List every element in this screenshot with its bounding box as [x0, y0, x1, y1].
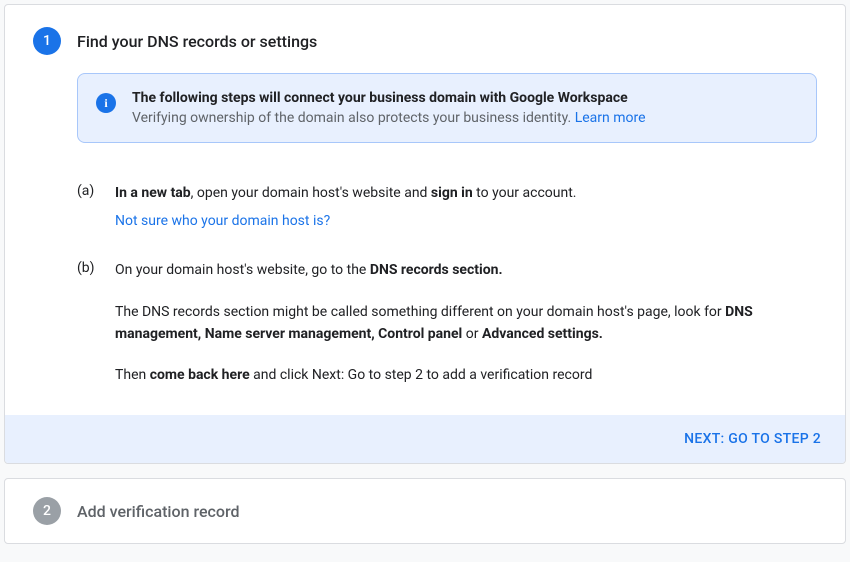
substep-a-bold2: sign in	[431, 185, 473, 201]
substep-b-label: (b)	[77, 260, 97, 387]
next-step-button[interactable]: NEXT: GO TO STEP 2	[684, 431, 821, 447]
step1-footer: NEXT: GO TO STEP 2	[5, 415, 845, 463]
info-icon: i	[96, 93, 116, 113]
step1-card: 1 Find your DNS records or settings i Th…	[4, 4, 846, 464]
substep-b-line3-text2: and click Next: Go to step 2 to add a ve…	[250, 367, 593, 383]
substep-b-line2-text2: or	[462, 326, 482, 342]
substep-b: (b) On your domain host's website, go to…	[77, 260, 817, 387]
substep-b-line1-bold: DNS records section.	[370, 262, 503, 278]
step1-title: Find your DNS records or settings	[77, 32, 317, 51]
info-box: i The following steps will connect your …	[77, 73, 817, 143]
substep-b-line3-text1: Then	[115, 367, 150, 383]
substep-b-line2-bold2: Advanced settings.	[482, 326, 603, 342]
info-text-span: Verifying ownership of the domain also p…	[132, 110, 575, 126]
substep-b-content: On your domain host's website, go to the…	[115, 260, 817, 387]
substep-a-bold1: In a new tab	[115, 185, 191, 201]
substep-a: (a) In a new tab, open your domain host'…	[77, 183, 817, 232]
substep-a-content: In a new tab, open your domain host's we…	[115, 183, 577, 232]
step2-card[interactable]: 2 Add verification record	[4, 478, 846, 544]
learn-more-link[interactable]: Learn more	[575, 110, 646, 126]
step2-header: 2 Add verification record	[5, 479, 845, 543]
substep-a-text1: , open your domain host's website and	[191, 185, 431, 201]
step2-number-badge: 2	[33, 497, 61, 525]
step2-title: Add verification record	[77, 502, 239, 521]
substep-a-label: (a)	[77, 183, 97, 232]
step1-body: i The following steps will connect your …	[5, 73, 845, 387]
info-content: The following steps will connect your bu…	[132, 90, 646, 126]
step1-number-badge: 1	[33, 27, 61, 55]
domain-host-help-link[interactable]: Not sure who your domain host is?	[115, 211, 330, 233]
substep-b-line2-text1: The DNS records section might be called …	[115, 304, 725, 320]
info-subtext: Verifying ownership of the domain also p…	[132, 110, 646, 126]
step1-header: 1 Find your DNS records or settings	[5, 5, 845, 73]
substep-b-line3-bold: come back here	[150, 367, 250, 383]
substep-b-line1-text: On your domain host's website, go to the	[115, 262, 370, 278]
info-title: The following steps will connect your bu…	[132, 90, 646, 106]
substep-a-text2: to your account.	[473, 185, 577, 201]
